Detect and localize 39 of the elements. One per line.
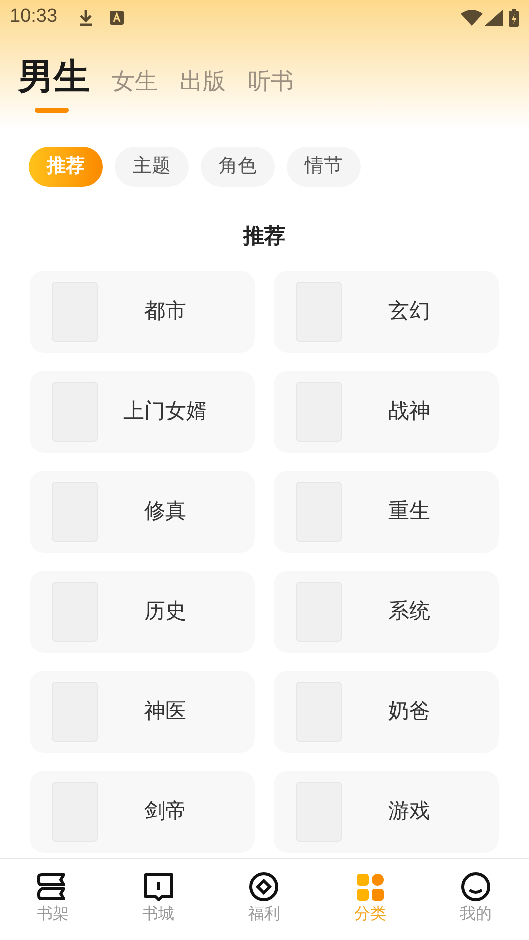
smiley-icon xyxy=(459,871,494,903)
category-label: 修真 xyxy=(144,498,188,525)
download-icon xyxy=(78,8,94,26)
category-label: 都市 xyxy=(144,298,188,325)
category-card[interactable]: 重生 xyxy=(274,470,499,552)
category-label: 上门女婿 xyxy=(122,398,208,425)
category-label: 历史 xyxy=(144,598,188,625)
category-card[interactable]: 神医 xyxy=(30,670,255,752)
category-card[interactable]: 剑帝 xyxy=(30,770,255,852)
category-card[interactable]: 奶爸 xyxy=(274,670,499,752)
category-label: 游戏 xyxy=(388,798,432,825)
category-label: 系统 xyxy=(388,598,432,625)
top-tab[interactable]: 男生 xyxy=(18,59,90,107)
status-time: 10:33 xyxy=(10,5,58,30)
category-card[interactable]: 历史 xyxy=(30,570,255,652)
category-label: 剑帝 xyxy=(144,798,188,825)
category-label: 神医 xyxy=(144,698,188,725)
open-book-icon xyxy=(142,871,176,903)
filter-chip[interactable]: 主题 xyxy=(115,147,189,187)
category-card[interactable]: 都市 xyxy=(30,270,255,352)
category-card[interactable]: 系统 xyxy=(274,570,499,652)
filter-chip[interactable]: 角色 xyxy=(201,147,275,187)
category-label: 战神 xyxy=(388,398,432,425)
filter-chip[interactable]: 情节 xyxy=(287,147,361,187)
category-card[interactable]: 上门女婿 xyxy=(30,370,255,452)
section-title: 推荐 xyxy=(242,224,286,250)
coin-icon xyxy=(247,871,282,903)
category-card[interactable]: 修真 xyxy=(30,470,255,552)
category-label: 重生 xyxy=(388,498,432,525)
category-label: 玄幻 xyxy=(388,298,432,325)
category-label: 奶爸 xyxy=(388,698,432,725)
category-card[interactable]: 战神 xyxy=(274,370,499,452)
tab-indicator xyxy=(35,108,69,113)
keyboard-icon xyxy=(110,10,124,24)
category-card[interactable]: 玄幻 xyxy=(274,270,499,352)
battery-icon xyxy=(509,8,519,26)
category-card[interactable]: 游戏 xyxy=(274,770,499,852)
wifi-icon xyxy=(461,10,483,26)
signal-icon xyxy=(485,10,503,26)
